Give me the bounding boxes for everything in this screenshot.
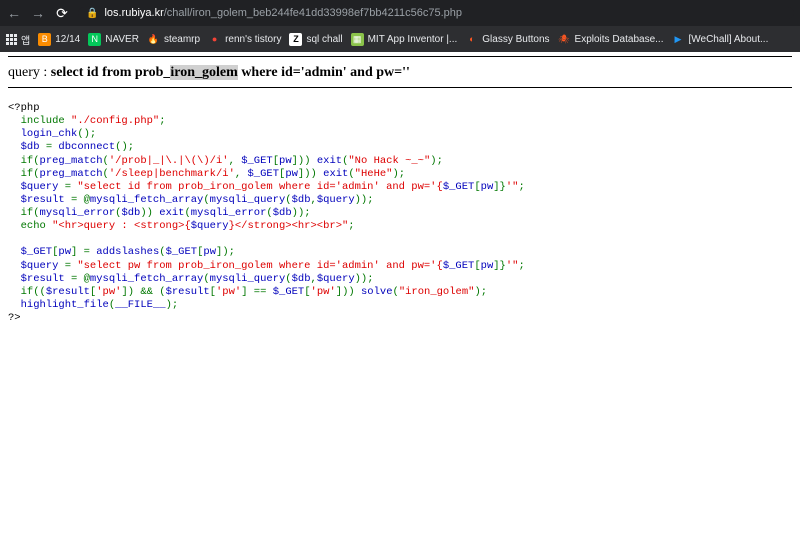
- bookmark-label: 12/14: [55, 34, 80, 45]
- bookmark-icon: 🔥: [147, 33, 160, 46]
- bookmark-sqlchall[interactable]: Z sql chall: [289, 33, 342, 46]
- bookmark-label: Exploits Database...: [575, 34, 664, 45]
- bookmark-icon: N: [88, 33, 101, 46]
- page-content: query : select id from prob_iron_golem w…: [0, 52, 800, 329]
- hr-top: [8, 56, 792, 57]
- bookmark-icon: B: [38, 33, 51, 46]
- url-text: los.rubiya.kr/chall/iron_golem_beb244fe4…: [104, 7, 462, 19]
- bookmark-steamrp[interactable]: 🔥 steamrp: [147, 33, 200, 46]
- bookmark-label: MIT App Inventor |...: [368, 34, 458, 45]
- url-bar[interactable]: 🔒 los.rubiya.kr/chall/iron_golem_beb244f…: [78, 7, 794, 19]
- bookmark-label: NAVER: [105, 34, 139, 45]
- bookmark-icon: ▶: [671, 33, 684, 46]
- bookmark-wechall[interactable]: ▶ [WeChall] About...: [671, 33, 768, 46]
- bookmark-label: renn's tistory: [225, 34, 281, 45]
- query-sql: select id from prob_iron_golem where id=…: [51, 65, 410, 80]
- reload-button[interactable]: ⟳: [54, 5, 70, 22]
- bookmark-icon: ●: [208, 33, 221, 46]
- bookmark-icon: ◐: [465, 33, 478, 46]
- apps-button[interactable]: 앱: [6, 32, 30, 47]
- bookmark-icon: 🕷: [558, 33, 571, 46]
- bookmark-mit[interactable]: ▦ MIT App Inventor |...: [351, 33, 458, 46]
- php-source: <?php include "./config.php"; login_chk(…: [8, 102, 792, 325]
- bookmark-1214[interactable]: B 12/14: [38, 33, 80, 46]
- lock-icon: 🔒: [86, 8, 98, 19]
- bookmark-icon: ▦: [351, 33, 364, 46]
- bookmark-label: 앱: [21, 32, 30, 47]
- bookmark-label: Glassy Buttons: [482, 34, 549, 45]
- bookmarks-bar: 앱 B 12/14 N NAVER 🔥 steamrp ● renn's tis…: [0, 26, 800, 52]
- browser-toolbar: ← → ⟳ 🔒 los.rubiya.kr/chall/iron_golem_b…: [0, 0, 800, 26]
- back-button[interactable]: ←: [6, 5, 22, 21]
- bookmark-glassy[interactable]: ◐ Glassy Buttons: [465, 33, 549, 46]
- bookmark-renn[interactable]: ● renn's tistory: [208, 33, 281, 46]
- bookmark-label: steamrp: [164, 34, 200, 45]
- bookmark-icon: Z: [289, 33, 302, 46]
- bookmark-label: sql chall: [306, 34, 342, 45]
- bookmark-label: [WeChall] About...: [688, 34, 768, 45]
- query-label: query :: [8, 65, 51, 80]
- bookmark-exploits[interactable]: 🕷 Exploits Database...: [558, 33, 664, 46]
- forward-button[interactable]: →: [30, 5, 46, 21]
- apps-icon: [6, 34, 17, 45]
- query-header: query : select id from prob_iron_golem w…: [8, 61, 792, 88]
- bookmark-naver[interactable]: N NAVER: [88, 33, 139, 46]
